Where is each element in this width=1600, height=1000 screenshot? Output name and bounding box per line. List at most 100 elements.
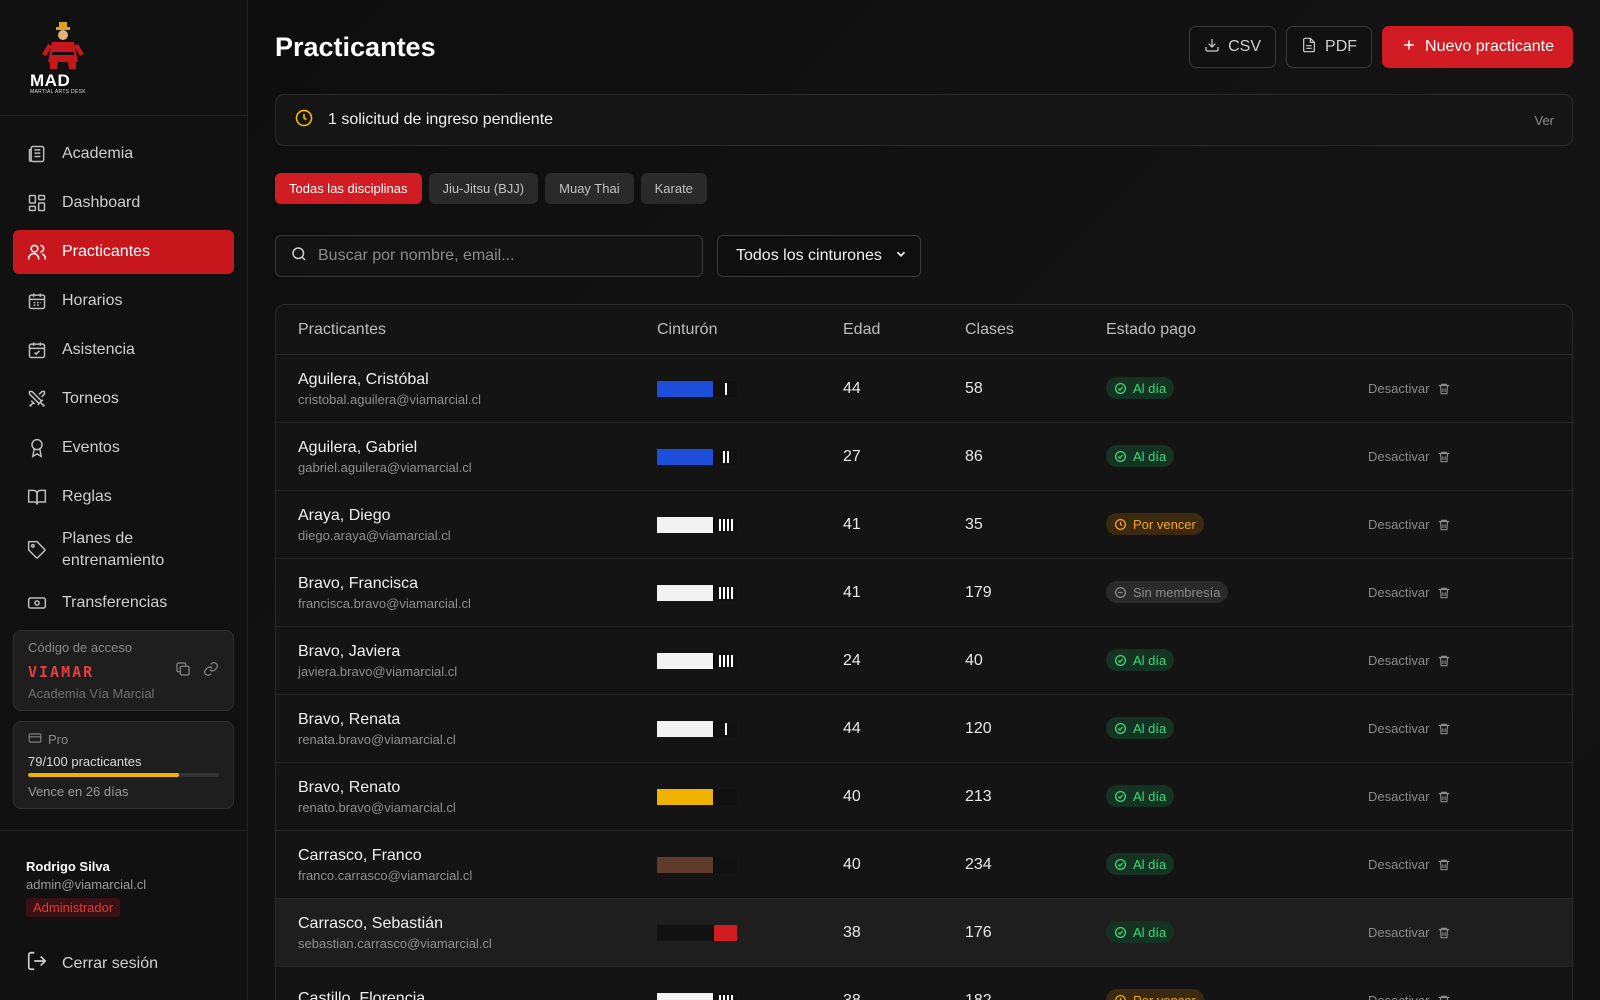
sidebar-item-planes[interactable]: Planes de entrenamiento [13,524,234,576]
trash-icon [1437,518,1451,532]
practitioner-cell: Araya, Diego diego.araya@viamarcial.cl [276,507,657,543]
chip-all-disciplines[interactable]: Todas las disciplinas [275,173,422,204]
payment-cell: Al día [1106,377,1368,400]
column-header-payment[interactable]: Estado pago [1106,321,1368,339]
export-pdf-button[interactable]: PDF [1286,26,1373,68]
deactivate-button[interactable]: Desactivar [1368,585,1572,600]
view-requests-link[interactable]: Ver [1534,113,1554,128]
age-cell: 44 [843,379,861,397]
trash-icon [1437,722,1451,736]
practitioner-name[interactable]: Carrasco, Franco [298,847,657,865]
age-cell: 27 [843,447,861,465]
table-row[interactable]: Aguilera, Cristóbal cristobal.aguilera@vi… [276,355,1572,423]
plan-progress-fill [28,773,179,777]
classes-cell: 120 [965,719,992,737]
practitioner-name[interactable]: Carrasco, Sebastián [298,915,657,933]
plan-card: Pro 79/100 practicantes Vence en 26 días [13,721,234,809]
swords-icon [26,388,48,410]
table-row[interactable]: Castillo, Florencia 38 182 Por vencer Desact… [276,967,1572,1000]
table-row[interactable]: Bravo, Renata renata.bravo@viamarcial.cl 4… [276,695,1572,763]
chip-karate[interactable]: Karate [640,173,707,204]
practitioners-table: Practicantes Cinturón Edad Clases Estado… [275,304,1573,1000]
column-header-name[interactable]: Practicantes [276,321,657,339]
table-row[interactable]: Carrasco, Franco franco.carrasco@viamarci… [276,831,1572,899]
practitioner-name[interactable]: Bravo, Javiera [298,643,657,661]
sidebar-item-dashboard[interactable]: Dashboard [13,181,234,225]
belt-swatch [657,380,737,397]
column-header-classes[interactable]: Clases [965,321,1106,339]
payment-status-text: Al día [1133,924,1167,940]
logo[interactable]: MAD MARTIAL ARTS DESK [0,0,247,116]
belt-swatch [657,788,737,805]
sidebar-item-reglas[interactable]: Reglas [13,475,234,519]
column-header-belt[interactable]: Cinturón [657,321,843,339]
belt-cell [657,380,843,397]
classes-cell: 40 [965,651,983,669]
chip-muay-thai[interactable]: Muay Thai [545,173,634,204]
table-row[interactable]: Bravo, Javiera javiera.bravo@viamarcial.c… [276,627,1572,695]
sidebar-item-torneos[interactable]: Torneos [13,377,234,421]
deactivate-label: Desactivar [1368,789,1430,804]
practitioner-name[interactable]: Castillo, Florencia [298,990,657,1000]
deactivate-button[interactable]: Desactivar [1368,925,1572,940]
payment-cell: Al día [1106,649,1368,672]
deactivate-button[interactable]: Desactivar [1368,517,1572,532]
check-circle-icon [1114,926,1127,939]
deactivate-button[interactable]: Desactivar [1368,857,1572,872]
table-row[interactable]: Carrasco, Sebastián sebastian.carrasco@vi… [276,899,1572,967]
payment-cell: Al día [1106,445,1368,468]
belt-filter-select[interactable]: Todos los cinturones [717,235,921,277]
sidebar-item-horarios[interactable]: Horarios [13,279,234,323]
payment-cell: Sin membresía [1106,581,1368,604]
practitioner-name[interactable]: Bravo, Francisca [298,575,657,593]
belt-swatch [657,720,737,737]
classes-cell: 86 [965,447,983,465]
practitioner-email: renata.bravo@viamarcial.cl [298,731,456,747]
belt-swatch [657,924,737,941]
sidebar-item-label: Dashboard [62,194,141,211]
deactivate-button[interactable]: Desactivar [1368,449,1572,464]
logout-button[interactable]: Cerrar sesión [26,950,158,977]
practitioner-name[interactable]: Bravo, Renato [298,779,657,797]
trash-icon [1437,382,1451,396]
sidebar-item-asistencia[interactable]: Asistencia [13,328,234,372]
sidebar-item-transferencias[interactable]: Transferencias [13,581,234,625]
deactivate-button[interactable]: Desactivar [1368,789,1572,804]
deactivate-button[interactable]: Desactivar [1368,653,1572,668]
payment-status-text: Por vencer [1133,993,1196,1000]
link-icon[interactable] [203,661,219,682]
page-title: Practicantes [275,31,436,62]
classes-cell: 179 [965,583,992,601]
main-content: Practicantes CSV PDF Nuevo practicante 1… [248,0,1600,1000]
practitioner-name[interactable]: Araya, Diego [298,507,657,525]
copy-icon[interactable] [175,661,191,682]
practitioner-name[interactable]: Aguilera, Gabriel [298,439,657,457]
payment-cell: Por vencer [1106,513,1368,536]
sidebar-item-practicantes[interactable]: Practicantes [13,230,234,274]
payment-status-badge: Por vencer [1106,989,1204,1000]
check-circle-icon [1114,858,1127,871]
plus-icon [1401,37,1417,58]
table-row[interactable]: Aguilera, Gabriel gabriel.aguilera@viamar… [276,423,1572,491]
export-csv-button[interactable]: CSV [1189,26,1277,68]
deactivate-button[interactable]: Desactivar [1368,993,1572,1000]
age-cell: 38 [843,923,861,941]
deactivate-button[interactable]: Desactivar [1368,381,1572,396]
column-header-age[interactable]: Edad [843,321,965,339]
sidebar-item-academia[interactable]: Academia [13,132,234,176]
chip-bjj[interactable]: Jiu-Jitsu (BJJ) [428,173,539,204]
new-practitioner-button[interactable]: Nuevo practicante [1382,26,1573,68]
practitioner-name[interactable]: Aguilera, Cristóbal [298,371,657,389]
deactivate-label: Desactivar [1368,993,1429,1000]
deactivate-button[interactable]: Desactivar [1368,721,1572,736]
table-row[interactable]: Bravo, Francisca francisca.bravo@viamarci… [276,559,1572,627]
practitioner-name[interactable]: Bravo, Renata [298,711,657,729]
credit-card-icon [28,731,42,748]
sidebar-item-label: Practicantes [62,243,151,260]
sidebar-item-eventos[interactable]: Eventos [13,426,234,470]
table-row[interactable]: Araya, Diego diego.araya@viamarcial.cl 41 3… [276,491,1572,559]
user-email: admin@viamarcial.cl [26,877,147,892]
check-circle-icon [1114,450,1127,463]
table-row[interactable]: Bravo, Renato renato.bravo@viamarcial.cl 4… [276,763,1572,831]
search-input[interactable]: Buscar por nombre, email... [275,235,703,277]
